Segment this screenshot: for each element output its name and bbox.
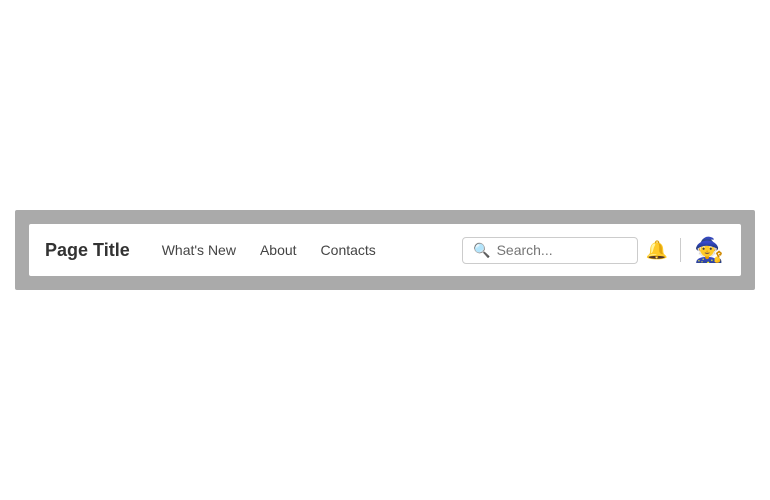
nav-link-about[interactable]: About <box>260 242 297 258</box>
nav-link-contacts[interactable]: Contacts <box>321 242 376 258</box>
search-container: 🔍 <box>462 237 637 264</box>
nav-link-whats-new[interactable]: What's New <box>162 242 236 258</box>
page-title: Page Title <box>45 240 130 261</box>
nav-right: 🔍 🔔 🧙 <box>462 234 725 266</box>
nav-divider <box>680 238 681 262</box>
nav-links: What's New About Contacts <box>162 242 462 258</box>
outer-wrapper: Page Title What's New About Contacts 🔍 🔔… <box>15 210 755 290</box>
bell-icon[interactable]: 🔔 <box>646 240 668 261</box>
navbar: Page Title What's New About Contacts 🔍 🔔… <box>29 224 741 276</box>
search-icon: 🔍 <box>473 242 490 259</box>
avatar[interactable]: 🧙 <box>693 234 725 266</box>
search-input[interactable] <box>497 242 627 258</box>
